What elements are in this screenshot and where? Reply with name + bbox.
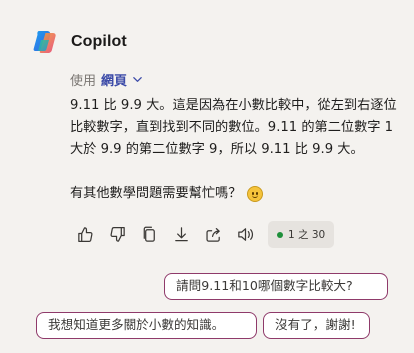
- search-mode-row: 使用 網頁: [70, 70, 143, 89]
- suggestion-chip-no-thanks[interactable]: 沒有了，謝謝!: [263, 312, 370, 339]
- download-icon: [175, 227, 188, 242]
- share-button[interactable]: [202, 223, 225, 246]
- share-icon: [206, 227, 220, 242]
- counter-text: 1 之 30: [288, 229, 326, 241]
- export-button[interactable]: [170, 223, 193, 246]
- like-button[interactable]: [74, 223, 97, 246]
- app-name: Copilot: [71, 33, 127, 50]
- smiley-emoji-icon: [247, 186, 264, 202]
- status-dot-icon: [277, 231, 283, 238]
- response-counter: 1 之 30: [268, 221, 335, 248]
- thumbs-down-icon: [110, 227, 125, 242]
- message-action-bar: 1 之 30: [74, 221, 335, 248]
- answer-text: 9.11 比 9.9 大。這是因為在小數比較中，從左到右逐位比較數字，直到找到不…: [70, 95, 400, 161]
- copilot-chat-panel: Copilot 使用 網頁 9.11 比 9.9 大。這是因為在小數比較中，從左…: [0, 0, 414, 353]
- thumbs-up-icon: [78, 227, 93, 242]
- followup-question: 有其他數學問題需要幫忙嗎？: [70, 186, 242, 201]
- mode-value: 網頁: [101, 74, 128, 89]
- chevron-down-icon: [133, 77, 142, 82]
- assistant-header: Copilot: [32, 28, 127, 56]
- read-aloud-icon: [238, 228, 254, 241]
- copy-icon: [143, 226, 155, 242]
- read-aloud-button[interactable]: [234, 223, 257, 246]
- copy-button[interactable]: [138, 223, 161, 246]
- suggestion-chip-learn-more[interactable]: 我想知道更多關於小數的知識。: [36, 312, 257, 339]
- answer-paragraph: 9.11 比 9.9 大。這是因為在小數比較中，從左到右逐位比較數字，直到找到不…: [70, 98, 397, 157]
- dislike-button[interactable]: [106, 223, 129, 246]
- mode-dropdown[interactable]: 網頁: [101, 70, 143, 89]
- copilot-logo-icon: [33, 31, 56, 53]
- suggestion-chip-compare[interactable]: 請問9.11和10哪個數字比較大?: [164, 273, 388, 300]
- followup-line: 有其他數學問題需要幫忙嗎？: [70, 183, 264, 205]
- mode-prefix: 使用: [70, 74, 97, 89]
